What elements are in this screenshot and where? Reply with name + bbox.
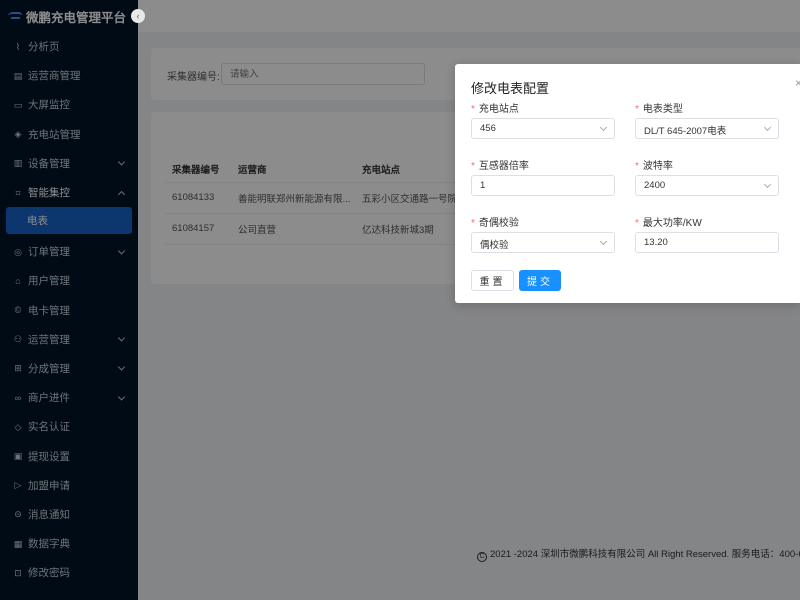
dialog-title: 修改电表配置 — [471, 81, 550, 96]
required-mark: * — [635, 161, 639, 172]
baud-rate-select[interactable]: 2400 — [635, 175, 779, 196]
parity-select[interactable]: 偶校验 — [471, 232, 615, 253]
baud-rate-label: * 波特率 — [635, 161, 673, 172]
max-power-input-value: 13.20 — [644, 237, 668, 248]
submit-button[interactable]: 提交 — [519, 270, 561, 291]
ct-ratio-input[interactable]: 1 — [471, 175, 615, 196]
parity-label: * 奇偶校验 — [471, 218, 519, 229]
chevron-down-icon — [763, 123, 772, 132]
close-icon[interactable]: × — [795, 76, 800, 90]
collapse-sidebar-button[interactable]: ‹ — [131, 9, 145, 23]
edit-meter-dialog: 修改电表配置 × * 充电站点 456 * 电表类型 DL/T 645-2007电表… — [455, 64, 800, 303]
required-mark: * — [471, 218, 475, 229]
reset-button[interactable]: 重置 — [471, 270, 514, 291]
ct-ratio-input-value: 1 — [480, 180, 486, 191]
station-select-value: 456 — [480, 123, 496, 134]
station-label: * 充电站点 — [471, 104, 519, 115]
station-select[interactable]: 456 — [471, 118, 615, 139]
required-mark: * — [471, 161, 475, 172]
meter-type-select[interactable]: DL/T 645-2007电表 — [635, 118, 779, 139]
max-power-label: * 最大功率/KW — [635, 218, 702, 229]
required-mark: * — [635, 104, 639, 115]
parity-select-value: 偶校验 — [480, 240, 509, 251]
chevron-down-icon — [599, 237, 608, 246]
chevron-down-icon — [599, 123, 608, 132]
ct-ratio-label: * 互感器倍率 — [471, 161, 529, 172]
baud-rate-select-value: 2400 — [644, 180, 666, 191]
required-mark: * — [635, 218, 639, 229]
meter-type-label: * 电表类型 — [635, 104, 683, 115]
required-mark: * — [471, 104, 475, 115]
max-power-input[interactable]: 13.20 — [635, 232, 779, 253]
chevron-down-icon — [763, 180, 772, 189]
meter-type-select-value: DL/T 645-2007电表 — [644, 126, 727, 137]
